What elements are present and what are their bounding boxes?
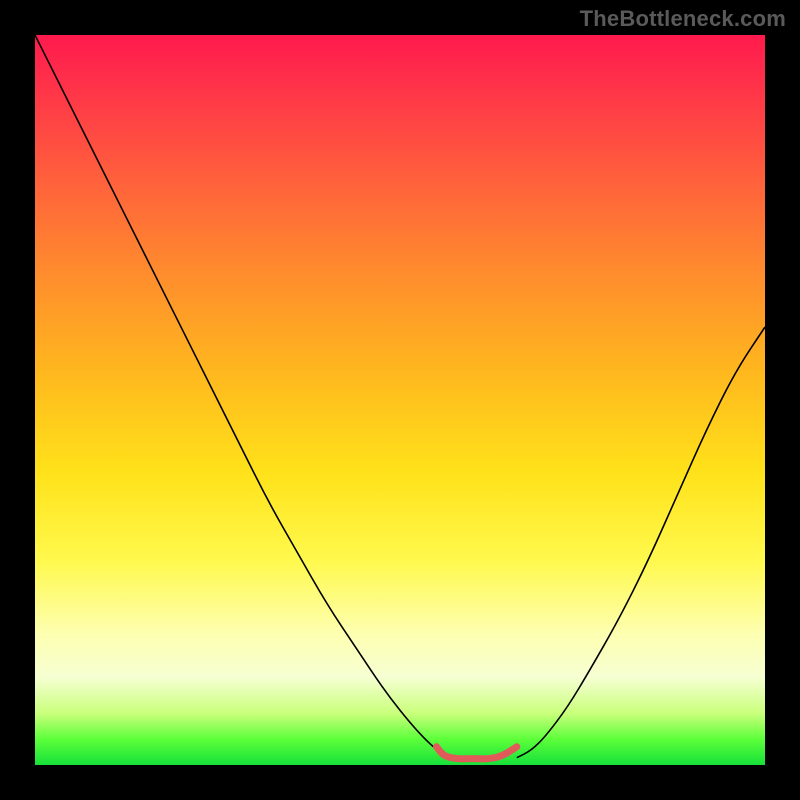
curve-layer — [35, 35, 765, 765]
left-descending-curve — [35, 35, 451, 758]
plot-area — [35, 35, 765, 765]
right-ascending-curve — [517, 327, 765, 758]
chart-frame: TheBottleneck.com — [0, 0, 800, 800]
watermark-text: TheBottleneck.com — [580, 6, 786, 32]
valley-highlight-curve — [437, 747, 517, 759]
